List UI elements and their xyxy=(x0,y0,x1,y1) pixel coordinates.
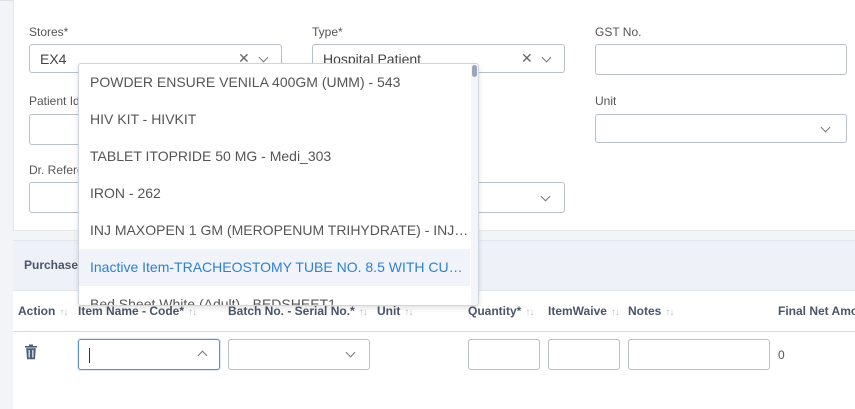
col-itemwaive[interactable]: ItemWaive ↑↓ xyxy=(548,304,620,318)
dropdown-option[interactable]: POWDER ENSURE VENILA 400GM (UMM) - 543 xyxy=(79,64,470,101)
sort-icon[interactable]: ↑↓ xyxy=(525,307,534,318)
close-icon[interactable]: ✕ xyxy=(521,50,533,67)
sort-icon[interactable]: ↑↓ xyxy=(404,307,413,318)
itemwaive-input[interactable] xyxy=(548,339,620,370)
chevron-down-icon[interactable] xyxy=(541,52,552,63)
type-label: Type* xyxy=(312,25,343,39)
sort-icon[interactable]: ↑↓ xyxy=(665,307,674,318)
col-unit-label: Unit xyxy=(377,304,401,318)
sort-icon[interactable]: ↑↓ xyxy=(188,307,197,318)
col-notes[interactable]: Notes ↑↓ xyxy=(628,304,674,318)
scrollbar-thumb[interactable] xyxy=(472,65,477,77)
chevron-up-icon[interactable] xyxy=(197,350,208,361)
sort-icon[interactable]: ↑↓ xyxy=(611,307,620,318)
col-final-net-label: Final Net Amo xyxy=(778,304,855,318)
table-row: 0 xyxy=(13,331,855,391)
patient-id-label: Patient Id xyxy=(29,94,78,108)
gst-input[interactable] xyxy=(595,44,847,75)
sort-icon[interactable]: ↑↓ xyxy=(59,307,68,318)
unit-select[interactable] xyxy=(595,114,847,143)
notes-input[interactable] xyxy=(628,339,770,370)
unit-label: Unit xyxy=(595,94,617,108)
col-action-label: Action xyxy=(18,304,56,318)
chevron-down-icon[interactable] xyxy=(345,347,356,358)
item-name-input[interactable] xyxy=(78,339,220,370)
scrollbar[interactable] xyxy=(471,64,478,305)
purchase-title: Purchase xyxy=(24,258,79,272)
quantity-input[interactable] xyxy=(468,339,540,370)
item-dropdown[interactable]: POWDER ENSURE VENILA 400GM (UMM) - 543 HI… xyxy=(78,63,479,306)
text-caret xyxy=(89,348,90,363)
col-final-net[interactable]: Final Net Amo xyxy=(778,304,855,318)
col-unit[interactable]: Unit ↑↓ xyxy=(377,304,413,318)
referral-select[interactable] xyxy=(470,182,565,213)
stores-value: EX4 xyxy=(40,51,67,67)
col-item-label: Item Name - Code* xyxy=(78,304,185,318)
sort-icon[interactable]: ↑↓ xyxy=(359,307,368,318)
col-quantity[interactable]: Quantity* ↑↓ xyxy=(468,304,534,318)
col-quantity-label: Quantity* xyxy=(468,304,522,318)
dropdown-option[interactable]: TABLET ITOPRIDE 50 MG - Medi_303 xyxy=(79,138,470,175)
chevron-down-icon[interactable] xyxy=(258,52,269,63)
col-action[interactable]: Action ↑↓ xyxy=(18,304,68,318)
dropdown-option[interactable]: Inactive Item-TRACHEOSTOMY TUBE NO. 8.5 … xyxy=(79,249,470,286)
batch-select[interactable] xyxy=(228,339,370,370)
stores-label: Stores* xyxy=(29,25,69,39)
final-net-amount: 0 xyxy=(778,348,785,362)
col-batch[interactable]: Batch No. - Serial No.* ↑↓ xyxy=(228,304,368,318)
trash-icon[interactable] xyxy=(24,344,38,365)
col-notes-label: Notes xyxy=(628,304,662,318)
dropdown-option[interactable]: HIV KIT - HIVKIT xyxy=(79,101,470,138)
dropdown-option[interactable]: INJ MAXOPEN 1 GM (MEROPENUM TRIHYDRATE) … xyxy=(79,212,470,249)
dr-reference-label: Dr. Reference xyxy=(29,163,78,177)
dropdown-option[interactable]: Bed Sheet White (Adult) - BEDSHEET1 xyxy=(79,286,470,305)
col-batch-label: Batch No. - Serial No.* xyxy=(228,304,355,318)
gst-label: GST No. xyxy=(595,25,642,39)
chevron-down-icon[interactable] xyxy=(540,191,551,202)
col-item[interactable]: Item Name - Code* ↑↓ xyxy=(78,304,197,318)
chevron-down-icon[interactable] xyxy=(820,122,831,133)
col-itemwaive-label: ItemWaive xyxy=(548,304,607,318)
dropdown-option[interactable]: IRON - 262 xyxy=(79,175,470,212)
